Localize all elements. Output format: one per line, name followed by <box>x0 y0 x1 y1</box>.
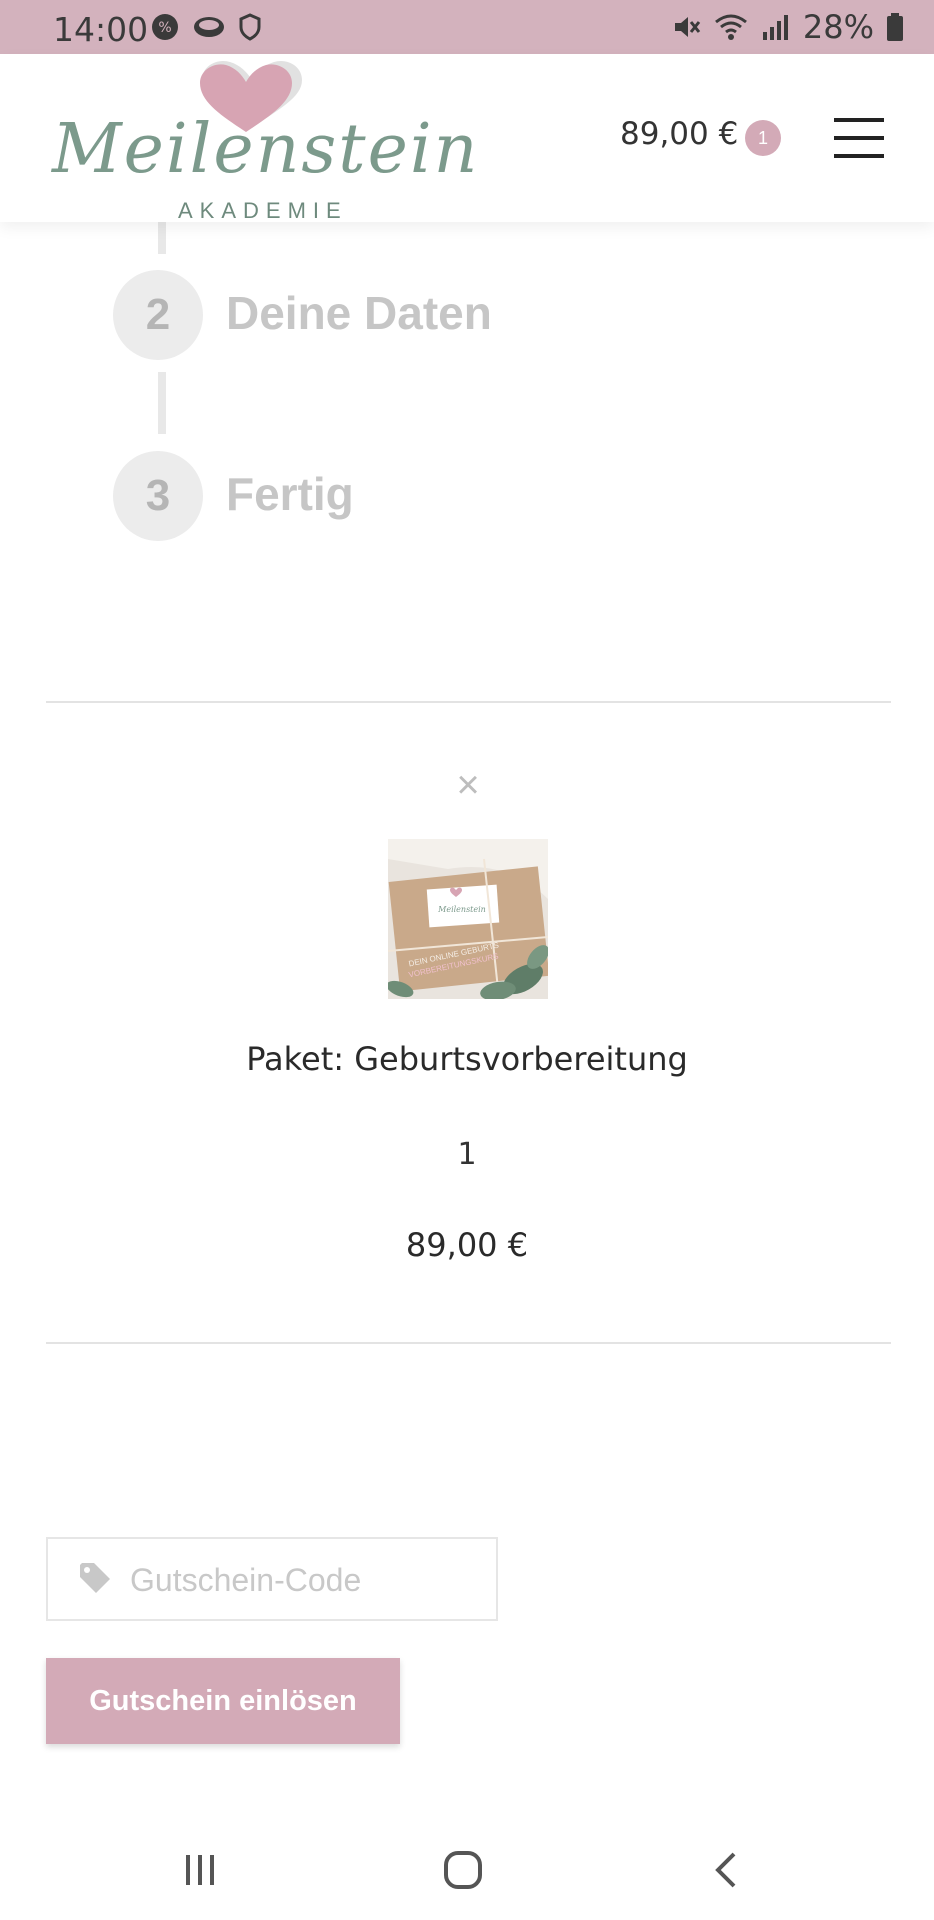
battery-percent: 28% <box>802 8 874 46</box>
step-connector <box>158 222 166 254</box>
product-quantity: 1 <box>457 1137 477 1172</box>
site-logo[interactable]: Meilenstein AKADEMIE <box>52 58 480 223</box>
site-header: Meilenstein AKADEMIE 89,00 € 1 <box>0 54 934 223</box>
product-image: Meilenstein DEIN ONLINE GEBURTS VORBEREI… <box>386 839 550 1001</box>
product-price: 89,00 € <box>405 1226 529 1264</box>
status-time: 14:00 <box>53 10 149 49</box>
remove-item-button[interactable]: × <box>450 763 486 808</box>
svg-text:%: % <box>158 20 171 36</box>
shield-icon <box>239 13 261 41</box>
divider <box>46 701 891 703</box>
tag-icon <box>80 1563 110 1593</box>
step-label-done: Fertig <box>226 468 354 520</box>
recent-apps-icon[interactable] <box>180 1852 220 1888</box>
product-name[interactable]: Paket: Geburtsvorbereitung <box>0 1040 934 1078</box>
redeem-coupon-button[interactable]: Gutschein einlösen <box>46 1658 400 1744</box>
status-bar: 14:00 % 28% <box>0 0 934 54</box>
svg-text:Meilenstein: Meilenstein <box>437 905 486 914</box>
status-left-icons: % <box>150 12 262 42</box>
step-connector <box>158 372 166 434</box>
logo-wordmark: Meilenstein <box>52 110 480 189</box>
step-label-data: Deine Daten <box>226 287 492 339</box>
battery-icon <box>887 13 903 41</box>
step-number: 2 <box>113 270 203 360</box>
status-right: 28% <box>671 8 904 46</box>
step-number: 3 <box>113 451 203 541</box>
signal-icon <box>762 15 788 40</box>
home-icon[interactable] <box>443 1850 483 1890</box>
coupon-field[interactable] <box>46 1537 498 1621</box>
cloud-icon <box>194 17 224 37</box>
logo-subtitle: AKADEMIE <box>178 198 348 223</box>
divider <box>46 1342 891 1344</box>
hamburger-icon[interactable] <box>834 118 884 158</box>
cart-count-badge[interactable]: 1 <box>745 120 781 156</box>
coupon-input[interactable] <box>128 1539 492 1621</box>
notification-badge-icon: % <box>152 14 178 40</box>
wifi-icon <box>714 14 747 40</box>
back-icon[interactable] <box>710 1850 740 1890</box>
product-thumbnail[interactable]: Meilenstein DEIN ONLINE GEBURTS VORBEREI… <box>386 839 550 1001</box>
system-nav-bar <box>0 1820 934 1920</box>
cart-total[interactable]: 89,00 € <box>620 116 738 152</box>
mute-icon <box>674 17 701 37</box>
